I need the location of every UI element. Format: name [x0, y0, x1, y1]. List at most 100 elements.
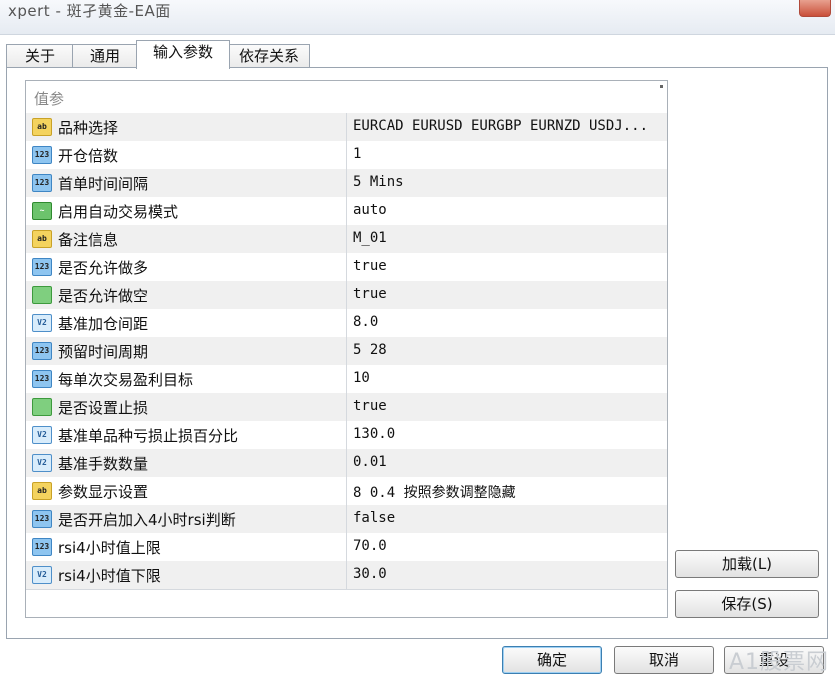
param-value[interactable]: 70.0	[353, 538, 387, 554]
param-value[interactable]: 5 Mins	[353, 174, 404, 190]
save-button[interactable]: 保存(S)	[675, 590, 819, 618]
title-bar: xpert - 斑孑黄金-EA面	[0, 0, 835, 35]
column-divider	[346, 365, 347, 393]
param-name: 品种选择	[58, 119, 119, 137]
double-type-icon: V2	[32, 314, 52, 332]
param-name: 基准加仓间距	[58, 315, 149, 333]
param-name: 是否允许做空	[58, 287, 149, 305]
grid-header-label: 值参	[34, 90, 65, 108]
column-divider	[346, 393, 347, 421]
integer-type-icon: 123	[32, 258, 52, 276]
enum-type-icon: ~	[32, 202, 52, 220]
double-type-icon: V2	[32, 454, 52, 472]
param-value[interactable]: M_01	[353, 230, 387, 246]
grid-row[interactable]: 123 是否开启加入4小时rsi判断 false	[26, 505, 667, 534]
column-divider	[346, 141, 347, 169]
window-title: xpert - 斑孑黄金-EA面	[8, 2, 171, 20]
column-divider	[346, 421, 347, 449]
param-name: 参数显示设置	[58, 483, 149, 501]
param-value[interactable]: 30.0	[353, 566, 387, 582]
integer-type-icon: 123	[32, 146, 52, 164]
grid-row[interactable]: V2 基准手数数量 0.01	[26, 449, 667, 478]
grid-row[interactable]: 是否设置止损 true	[26, 393, 667, 422]
tab-dependencies[interactable]: 依存关系	[228, 44, 310, 68]
grid-row[interactable]: ab 品种选择 EURCAD EURUSD EURGBP EURNZD USDJ..…	[26, 113, 667, 142]
param-value[interactable]: 10	[353, 370, 370, 386]
grid-row[interactable]: V2 基准单品种亏损止损百分比 130.0	[26, 421, 667, 450]
load-button[interactable]: 加载(L)	[675, 550, 819, 578]
grid-row[interactable]: V2 rsi4小时值下限 30.0	[26, 561, 667, 590]
grid-row[interactable]: V2 基准加仓间距 8.0	[26, 309, 667, 338]
param-name: 启用自动交易模式	[58, 203, 179, 221]
param-value[interactable]: false	[353, 510, 395, 526]
column-divider	[346, 309, 347, 337]
integer-type-icon: 123	[32, 174, 52, 192]
param-value[interactable]: EURCAD EURUSD EURGBP EURNZD USDJ...	[353, 118, 648, 134]
tab-content-panel: 值参 ab 品种选择 EURCAD EURUSD EURGBP EURNZD USD…	[6, 67, 828, 639]
param-value[interactable]: 8 0.4 按照参数调整隐藏	[353, 482, 516, 502]
param-value[interactable]: 0.01	[353, 454, 387, 470]
param-value[interactable]: 8.0	[353, 314, 378, 330]
ok-button[interactable]: 确定	[502, 646, 602, 674]
column-divider	[346, 113, 347, 141]
grid-header: 值参	[26, 81, 667, 114]
integer-type-icon: 123	[32, 538, 52, 556]
double-type-icon: V2	[32, 426, 52, 444]
param-value[interactable]: 5 28	[353, 342, 387, 358]
bool-type-icon	[32, 398, 52, 416]
column-divider	[346, 561, 347, 589]
column-divider	[346, 533, 347, 561]
param-value[interactable]: 130.0	[353, 426, 395, 442]
param-name: 基准手数数量	[58, 455, 149, 473]
watermark: A1股票网	[728, 650, 829, 675]
param-name: 每单次交易盈利目标	[58, 371, 194, 389]
param-name: 备注信息	[58, 231, 119, 249]
integer-type-icon: 123	[32, 370, 52, 388]
param-name: 首单时间间隔	[58, 175, 149, 193]
cancel-button[interactable]: 取消	[614, 646, 714, 674]
column-divider	[346, 477, 347, 505]
close-button[interactable]	[799, 0, 831, 17]
param-name: rsi4小时值上限	[58, 539, 161, 557]
grid-row[interactable]: 123 每单次交易盈利目标 10	[26, 365, 667, 394]
param-value[interactable]: 1	[353, 146, 361, 162]
integer-type-icon: 123	[32, 342, 52, 360]
column-divider	[346, 253, 347, 281]
grid-row[interactable]: ab 备注信息 M_01	[26, 225, 667, 254]
param-value[interactable]: true	[353, 398, 387, 414]
grid-row[interactable]: 是否允许做空 true	[26, 281, 667, 310]
string-type-icon: ab	[32, 482, 52, 500]
grid-row[interactable]: 123 预留时间周期 5 28	[26, 337, 667, 366]
parameter-grid: 值参 ab 品种选择 EURCAD EURUSD EURGBP EURNZD USD…	[25, 80, 668, 618]
column-divider	[346, 197, 347, 225]
param-name: 是否允许做多	[58, 259, 149, 277]
param-value[interactable]: true	[353, 258, 387, 274]
grid-row[interactable]: 123 是否允许做多 true	[26, 253, 667, 282]
column-divider	[346, 505, 347, 533]
param-name: 是否开启加入4小时rsi判断	[58, 511, 236, 529]
grid-row[interactable]: 123 rsi4小时值上限 70.0	[26, 533, 667, 562]
column-divider	[346, 281, 347, 309]
string-type-icon: ab	[32, 230, 52, 248]
tab-inputs[interactable]: 输入参数	[136, 40, 230, 69]
param-name: 基准单品种亏损止损百分比	[58, 427, 239, 445]
param-value[interactable]: auto	[353, 202, 387, 218]
grid-row[interactable]: ab 参数显示设置 8 0.4 按照参数调整隐藏	[26, 477, 667, 506]
tab-about[interactable]: 关于	[6, 44, 74, 68]
param-name: rsi4小时值下限	[58, 567, 161, 585]
column-divider	[346, 225, 347, 253]
grid-row[interactable]: 123 开仓倍数 1	[26, 141, 667, 170]
tab-common[interactable]: 通用	[72, 44, 138, 68]
column-divider	[346, 449, 347, 477]
param-value[interactable]: true	[353, 286, 387, 302]
grid-row[interactable]: 123 首单时间间隔 5 Mins	[26, 169, 667, 198]
column-divider	[346, 169, 347, 197]
grid-row[interactable]: ~ 启用自动交易模式 auto	[26, 197, 667, 226]
param-name: 是否设置止损	[58, 399, 149, 417]
bool-type-icon	[32, 286, 52, 304]
param-name: 开仓倍数	[58, 147, 119, 165]
string-type-icon: ab	[32, 118, 52, 136]
double-type-icon: V2	[32, 566, 52, 584]
column-divider	[346, 337, 347, 365]
scroll-indicator	[660, 85, 663, 88]
